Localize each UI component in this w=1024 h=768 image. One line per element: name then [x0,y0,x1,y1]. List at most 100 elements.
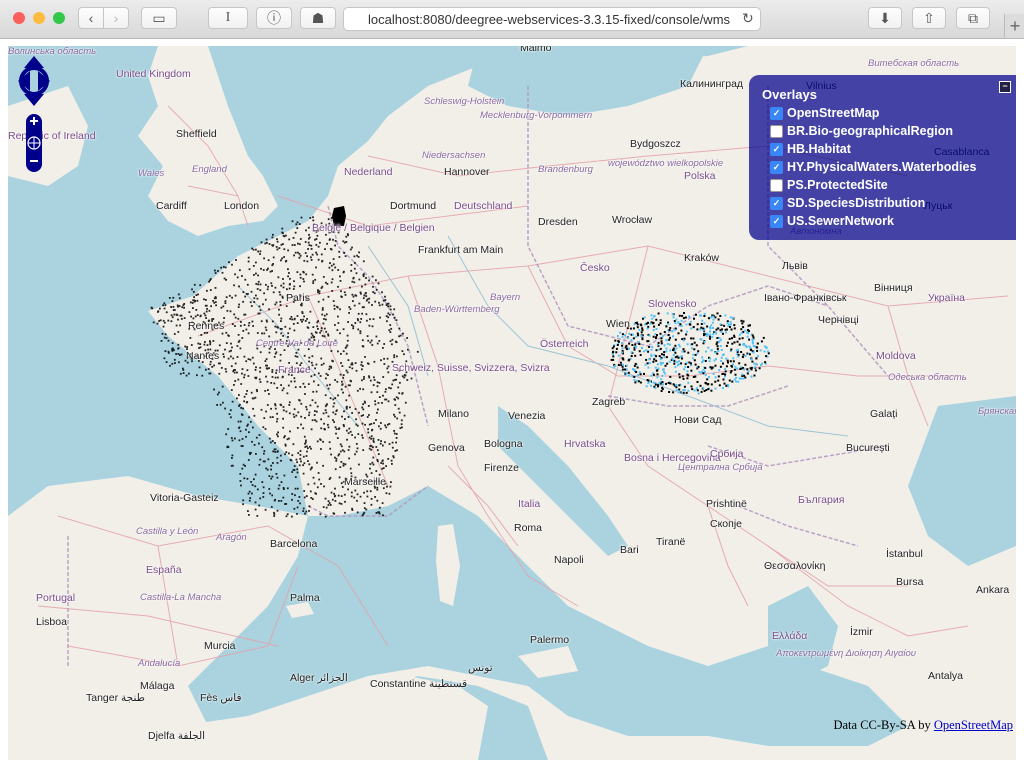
layer-switcher-title: Overlays [762,87,817,102]
map-label: Tiranë [656,536,686,548]
zoom-world-button[interactable] [26,134,42,152]
map-label: Schweiz, Suisse, Svizzera, Svizra [392,362,550,374]
maximize-window-button[interactable] [53,12,65,24]
map-label: Venezia [508,410,546,422]
openstreetmap-link[interactable]: OpenStreetMap [934,718,1013,732]
map-label: Nantes [186,350,220,362]
zoom-in-button[interactable] [26,114,42,132]
map-label: İstanbul [886,548,923,560]
reload-icon[interactable]: ↻ [742,10,754,27]
map-label: Hannover [444,166,490,178]
layer-item[interactable]: ✓ HY.PhysicalWaters.Waterbodies [770,160,976,174]
layer-item[interactable]: ✓ OpenStreetMap [770,106,879,120]
map-label: Србија [710,448,744,460]
map-label: England [192,164,227,175]
layer-checkbox[interactable]: ✓ [770,214,783,228]
map-label: Tanger طنجة [86,692,145,704]
layer-label: BR.Bio-geographicalRegion [787,124,953,138]
page-content: United Kingdom Sheffield Wales England Cardi… [0,39,1024,768]
map-label: Bydgoszcz [630,138,681,150]
share-button[interactable]: ⇧ [912,7,946,29]
map-label: Zagreb [592,396,626,408]
tabs-icon: ⧉ [968,9,978,26]
address-bar[interactable]: localhost:8080/deegree-webservices-3.3.1… [343,7,761,31]
map-label: London [224,200,260,212]
map-label: Roma [514,522,543,534]
pan-down-button[interactable] [16,92,52,110]
map-label: Österreich [540,338,589,350]
map-label: Αποκεντρωμένη Διοίκηση Αιγαίου [776,648,917,659]
layer-checkbox[interactable]: ✓ [770,142,783,156]
map-label: Nederland [344,166,393,178]
map-label: Vitoria-Gasteiz [150,492,219,504]
map-label: Україна [928,292,966,304]
map-label: Frankfurt am Main [418,244,504,256]
map-label: Italia [518,498,541,510]
forward-button[interactable]: › [103,7,129,29]
map-label: Kraków [684,252,720,264]
map-label: Barcelona [270,538,318,550]
tabs-overview-button[interactable]: ⧉ [956,7,990,29]
map-label: Брянская область [978,406,1016,417]
reader-button[interactable]: I [208,7,248,29]
map-label: Bursa [896,576,924,588]
layer-item[interactable]: ✓ HB.Habitat [770,142,851,156]
layer-item[interactable]: ✓ US.SewerNetwork [770,214,894,228]
ghost-icon: ☗ [311,9,325,26]
map-label: Marseille [344,476,387,488]
map-label: Genova [428,442,465,454]
layer-checkbox[interactable]: ✓ [770,196,783,210]
info-button[interactable]: ⓘ [256,7,292,29]
map-label: تونس [468,662,493,674]
map-label: Česko [580,262,610,274]
zoom-out-button[interactable] [26,154,42,172]
map-attribution: Data CC-By-SA by OpenStreetMap [833,718,1013,733]
minimize-window-button[interactable] [33,12,45,24]
layer-label: SD.SpeciesDistribution [787,196,926,210]
sidebar-button[interactable]: ▭ [141,7,177,29]
map-label: Калининград [680,78,744,90]
map-label: Palermo [530,634,570,646]
map-label: United Kingdom [116,68,191,80]
map-label: București [846,442,890,454]
browser-toolbar: ‹ › ▭ I ⓘ ☗ localhost:8080/deegree-webse… [0,0,1024,39]
map-label: Нови Сад [674,414,722,426]
layer-switcher: Overlays − ✓ OpenStreetMap BR.Bio-geograph… [749,75,1016,240]
close-window-button[interactable] [13,12,25,24]
pan-left-button[interactable] [16,70,32,92]
layer-label: HY.PhysicalWaters.Waterbodies [787,160,977,174]
map-label: Alger الجزائر [290,672,348,684]
back-button[interactable]: ‹ [78,7,104,29]
map-label: Централна Србија [678,462,763,473]
map-label: Andalucía [138,658,181,669]
map-label: Івано-Франківськ [764,292,847,304]
layer-checkbox[interactable] [770,178,783,192]
map-label: Djelfa الجلفة [148,730,206,742]
map-label: województwo wielkopolskie [608,158,724,169]
layer-checkbox[interactable] [770,124,783,138]
info-icon: ⓘ [267,10,281,26]
layer-item[interactable]: BR.Bio-geographicalRegion [770,124,953,138]
downloads-button[interactable]: ⬇ [868,7,902,29]
map-label: Витебская область [868,58,960,69]
map-label: Ankara [976,584,1010,596]
map-viewport[interactable]: United Kingdom Sheffield Wales England Cardi… [8,46,1016,760]
map-label: Dortmund [390,200,437,212]
map-label: Palma [290,592,320,604]
map-label: Lisboa [36,616,67,628]
layer-checkbox[interactable]: ✓ [770,160,783,174]
layer-item[interactable]: ✓ SD.SpeciesDistribution [770,196,925,210]
new-tab-button[interactable]: + [1004,14,1024,38]
pan-right-button[interactable] [36,70,52,92]
layer-label: US.SewerNetwork [787,214,894,228]
ghostery-button[interactable]: ☗ [300,7,336,29]
minimize-layer-switcher-button[interactable]: − [999,81,1011,93]
map-label: Constantine قسنطينة [370,678,468,690]
layer-item[interactable]: PS.ProtectedSite [770,178,888,192]
layer-checkbox[interactable]: ✓ [770,106,783,120]
map-label: Napoli [554,554,584,566]
map-label: Wien [606,318,630,330]
map-label: Dresden [538,216,578,228]
layer-label: PS.ProtectedSite [787,178,888,192]
map-label: Скопје [710,518,742,530]
